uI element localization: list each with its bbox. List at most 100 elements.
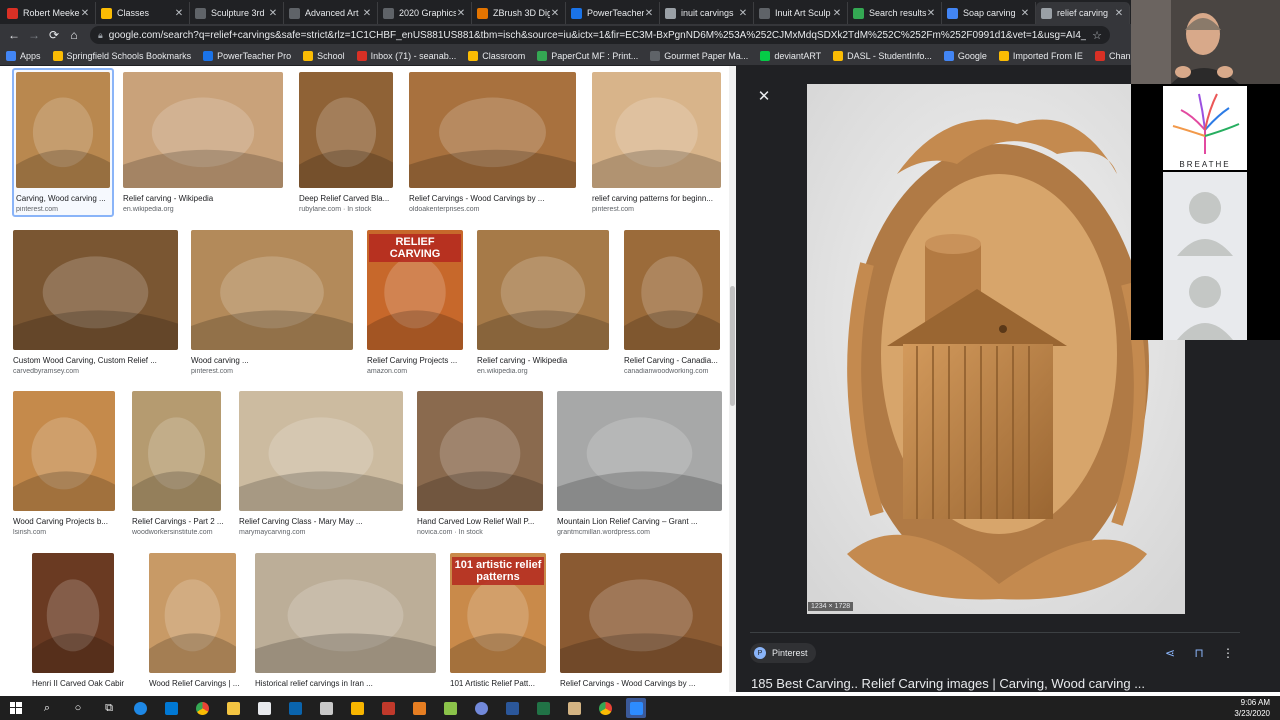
result-caption[interactable]: Wood carving ... (191, 356, 363, 365)
result-thumbnail[interactable] (149, 553, 236, 673)
app-icon[interactable] (316, 698, 336, 718)
reload-icon[interactable]: ⟳ (44, 25, 64, 45)
address-bar[interactable]: 🔒︎ google.com/search?q=relief+carvings&s… (90, 26, 1110, 44)
bookmark-item[interactable]: Springfield Schools Bookmarks (52, 50, 191, 61)
source-chip[interactable]: P Pinterest (750, 643, 816, 663)
result-caption[interactable]: Relief carving - Wikipedia (477, 356, 619, 365)
tab-close-icon[interactable]: ✕ (738, 8, 748, 19)
result-thumbnail[interactable] (417, 391, 543, 511)
search-icon[interactable]: ⌕ (37, 698, 57, 718)
result-caption[interactable]: Custom Wood Carving, Custom Relief ... (13, 356, 188, 365)
tab-3[interactable]: Advanced Art ✕ (284, 2, 378, 24)
tab-6[interactable]: PowerTeacher ✕ (566, 2, 660, 24)
back-arrow-icon[interactable]: ← (4, 25, 24, 45)
tab-close-icon[interactable]: ✕ (362, 8, 372, 19)
preview-title[interactable]: 185 Best Carving.. Relief Carving images… (751, 676, 1145, 691)
app-icon[interactable] (409, 698, 429, 718)
forward-arrow-icon[interactable]: → (24, 25, 44, 45)
result-thumbnail[interactable] (592, 72, 721, 188)
result-thumbnail[interactable] (255, 553, 436, 673)
scrollbar-thumb[interactable] (730, 286, 735, 406)
mail-icon[interactable] (285, 698, 305, 718)
result-caption[interactable]: Wood Carving Projects b... (13, 517, 125, 526)
app-icon[interactable] (440, 698, 460, 718)
tab-0[interactable]: Robert Meeke ✕ (2, 2, 96, 24)
result-thumbnail[interactable] (191, 230, 353, 350)
result-caption[interactable]: Historical relief carvings in Iran ... (255, 679, 446, 688)
edge-icon[interactable] (130, 698, 150, 718)
chrome-icon[interactable] (192, 698, 212, 718)
result-thumbnail[interactable] (299, 72, 393, 188)
discord-icon[interactable] (471, 698, 491, 718)
result-thumbnail[interactable] (32, 553, 114, 673)
result-thumbnail[interactable] (132, 391, 221, 511)
bookmark-item[interactable]: Imported From IE (998, 50, 1083, 61)
bookmark-item[interactable]: Classroom (468, 50, 525, 61)
result-caption[interactable]: Relief Carvings - Wood Carvings by ... (560, 679, 732, 688)
store-icon[interactable] (254, 698, 274, 718)
result-thumbnail[interactable] (560, 553, 722, 673)
preview-image[interactable] (807, 84, 1185, 614)
bookmark-icon[interactable]: ⊓ (1191, 645, 1207, 661)
tab-2[interactable]: Sculpture 3rd ✕ (190, 2, 284, 24)
tab-close-icon[interactable]: ✕ (456, 8, 466, 19)
bookmark-item[interactable]: PaperCut MF : Print... (537, 50, 638, 61)
cortana-icon[interactable]: ○ (68, 698, 88, 718)
result-thumbnail[interactable] (13, 230, 178, 350)
result-thumbnail[interactable]: 101 artistic relief patterns (450, 553, 546, 673)
tab-9[interactable]: Search results ✕ (848, 2, 942, 24)
bookmark-item[interactable]: deviantART (760, 50, 821, 61)
tab-close-icon[interactable]: ✕ (174, 8, 184, 19)
task-view-icon[interactable]: ⧉ (99, 698, 119, 718)
result-caption[interactable]: 101 Artistic Relief Patt... (450, 679, 556, 688)
tab-close-icon[interactable]: ✕ (926, 8, 936, 19)
tab-1[interactable]: Classes ✕ (96, 2, 190, 24)
result-caption[interactable]: Relief carving - Wikipedia (123, 194, 293, 203)
results-scrollbar[interactable] (729, 66, 736, 692)
bookmark-item[interactable]: School (303, 50, 345, 61)
zoom-icon[interactable] (626, 698, 646, 718)
app-icon[interactable] (564, 698, 584, 718)
tab-close-icon[interactable]: ✕ (80, 8, 90, 19)
tab-close-icon[interactable]: ✕ (644, 8, 654, 19)
tab-8[interactable]: Inuit Art Sculp ✕ (754, 2, 848, 24)
tab-4[interactable]: 2020 Graphics ✕ (378, 2, 472, 24)
result-caption[interactable]: Relief Carving Class - Mary May ... (239, 517, 413, 526)
result-caption[interactable]: Relief Carving Projects ... (367, 356, 473, 365)
bookmark-item[interactable]: Gourmet Paper Ma... (650, 50, 748, 61)
result-caption[interactable]: Henri II Carved Oak Cabinet ... (32, 679, 124, 688)
tab-close-icon[interactable]: ✕ (832, 8, 842, 19)
excel-icon[interactable] (533, 698, 553, 718)
star-icon[interactable]: ☆ (1092, 29, 1102, 42)
result-caption[interactable]: Relief Carving - Canadia... (624, 356, 730, 365)
home-icon[interactable]: ⌂ (64, 25, 84, 45)
result-caption[interactable]: Relief Carvings - Part 2 ... (132, 517, 231, 526)
tab-5[interactable]: ZBrush 3D Dig ✕ (472, 2, 566, 24)
result-thumbnail[interactable] (477, 230, 609, 350)
tab-close-icon[interactable]: ✕ (1114, 8, 1124, 19)
result-caption[interactable]: Deep Relief Carved Bla... (299, 194, 403, 203)
result-caption[interactable]: Relief Carvings - Wood Carvings by ... (409, 194, 586, 203)
file-explorer-icon[interactable] (223, 698, 243, 718)
app-icon[interactable] (378, 698, 398, 718)
result-thumbnail[interactable] (557, 391, 722, 511)
result-thumbnail[interactable] (624, 230, 720, 350)
outlook-icon[interactable] (161, 698, 181, 718)
app-icon[interactable] (347, 698, 367, 718)
result-thumbnail[interactable] (13, 391, 115, 511)
tab-close-icon[interactable]: ✕ (1020, 8, 1030, 19)
result-thumbnail[interactable]: RELIEF CARVING (367, 230, 463, 350)
bookmark-item[interactable]: Inbox (71) - seanab... (356, 50, 456, 61)
share-icon[interactable]: ⋖ (1162, 645, 1178, 661)
tab-close-icon[interactable]: ✕ (268, 8, 278, 19)
bookmark-item[interactable]: PowerTeacher Pro (203, 50, 291, 61)
result-caption[interactable]: Wood Relief Carvings | ... (149, 679, 246, 688)
result-caption[interactable]: Mountain Lion Relief Carving – Grant ... (557, 517, 732, 526)
tab-10[interactable]: Soap carving ✕ (942, 2, 1036, 24)
tab-7[interactable]: inuit carvings ✕ (660, 2, 754, 24)
result-thumbnail[interactable] (239, 391, 403, 511)
tab-close-icon[interactable]: ✕ (550, 8, 560, 19)
windows-start-icon[interactable] (6, 698, 26, 718)
tab-11[interactable]: relief carving ✕ (1036, 2, 1130, 24)
result-caption[interactable]: relief carving patterns for beginn... (592, 194, 731, 203)
